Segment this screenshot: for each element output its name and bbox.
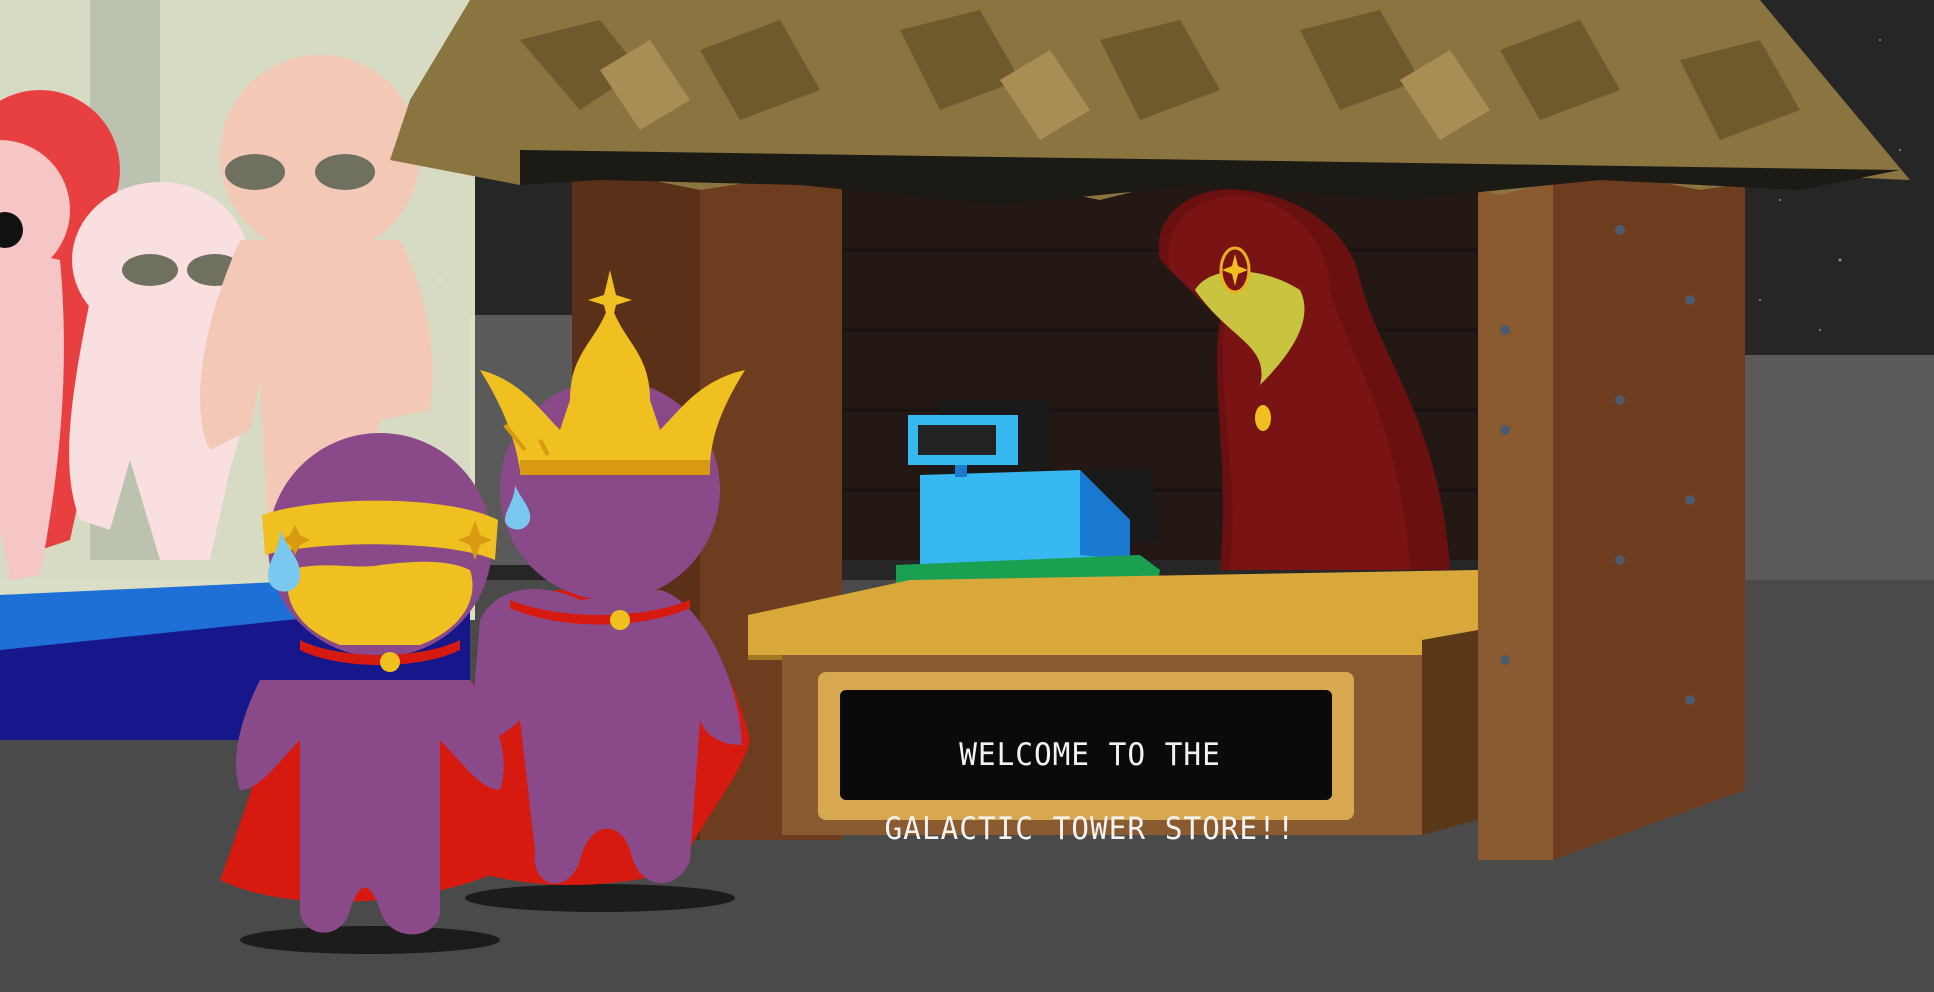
sign-line-1: WELCOME TO THE (959, 737, 1221, 773)
player-shadow-2 (465, 884, 735, 912)
sign-line-2: GALACTIC TOWER STORE!! (884, 811, 1296, 847)
stall-right-post (1478, 180, 1553, 860)
counter-side (1422, 630, 1478, 835)
welcome-sign-text: WELCOME TO THE GALACTIC TOWER STORE!! (853, 700, 1328, 885)
back-wall-right (1740, 355, 1934, 585)
player-shadow-1 (240, 926, 500, 954)
